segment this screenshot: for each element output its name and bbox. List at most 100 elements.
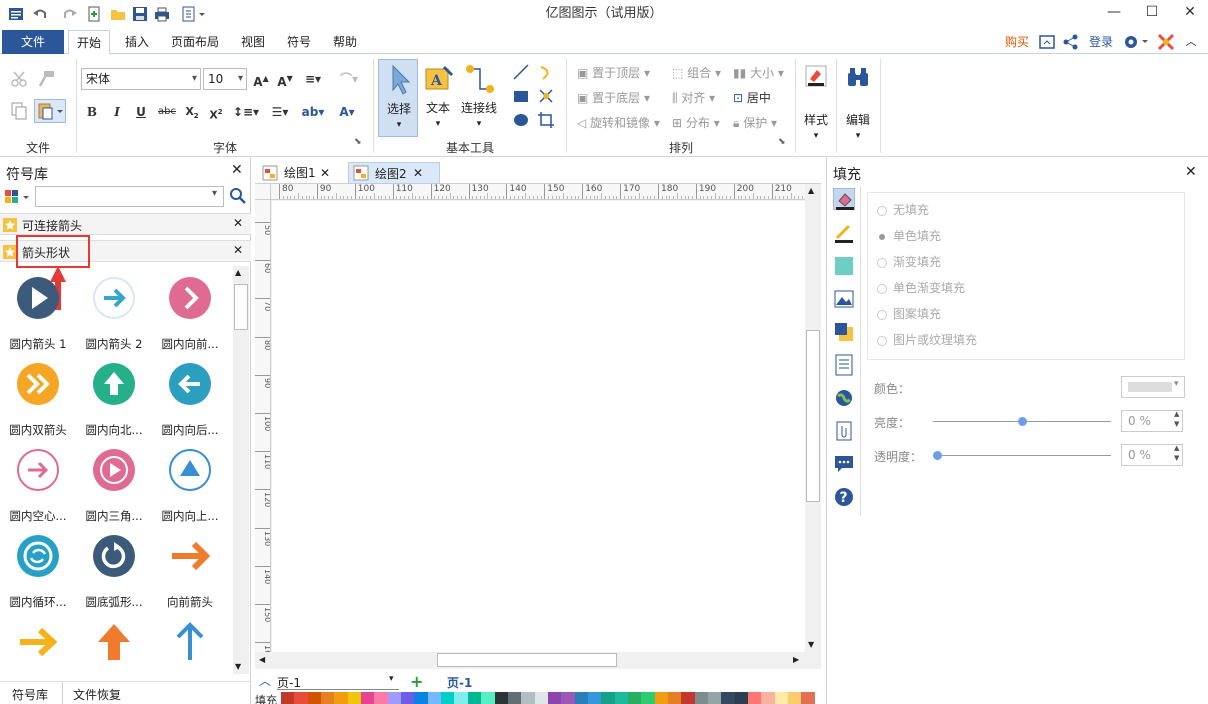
rectangle-tool-icon[interactable] bbox=[512, 87, 530, 105]
tab-library[interactable]: 符号库 bbox=[12, 686, 48, 703]
palette-swatch[interactable] bbox=[788, 692, 802, 704]
canvas-horizontal-scrollbar[interactable]: ◀ ▶ bbox=[255, 652, 805, 668]
tab-view[interactable]: 视图 bbox=[233, 30, 273, 54]
help-icon[interactable]: ? bbox=[833, 486, 855, 508]
palette-swatch[interactable] bbox=[521, 692, 535, 704]
palette-swatch[interactable] bbox=[321, 692, 335, 704]
point-tool-icon[interactable] bbox=[537, 87, 555, 105]
close-window-button[interactable]: ✕ bbox=[1172, 0, 1208, 24]
palette-swatch[interactable] bbox=[387, 692, 402, 704]
palette-swatch[interactable] bbox=[627, 692, 642, 704]
doc-tab-drawing1[interactable]: 绘图1 ✕ bbox=[258, 162, 342, 184]
expand-up-icon[interactable]: ︿ bbox=[259, 672, 271, 689]
palette-swatch[interactable] bbox=[334, 692, 348, 704]
connector-tool-button[interactable]: 连接线 ▾ bbox=[458, 59, 500, 137]
scroll-up-icon[interactable]: ▲ bbox=[808, 186, 814, 195]
palette-swatch[interactable] bbox=[307, 692, 322, 704]
close-category-icon[interactable]: ✕ bbox=[233, 243, 243, 257]
size-button[interactable]: ▮▮ 大小 ▾ bbox=[733, 64, 784, 81]
center-button[interactable]: ⊡ 居中 bbox=[733, 89, 771, 106]
palette-swatch[interactable] bbox=[574, 692, 588, 704]
shape-item[interactable]: 圆内箭头 2 bbox=[76, 272, 152, 358]
palette-swatch[interactable] bbox=[694, 692, 708, 704]
distribute-button[interactable]: ⊞ 分布 ▾ bbox=[672, 114, 720, 131]
send-to-back-button[interactable]: ▣ 置于底层 ▾ bbox=[577, 89, 650, 106]
transparency-slider[interactable] bbox=[932, 451, 1111, 460]
palette-swatch[interactable] bbox=[281, 692, 295, 704]
shape-item[interactable]: 圆内循环... bbox=[0, 530, 76, 616]
palette-swatch[interactable] bbox=[587, 692, 602, 704]
protect-button[interactable]: 🔒︎ 保护 ▾ bbox=[733, 114, 777, 131]
attachment-icon[interactable] bbox=[833, 420, 855, 442]
palette-swatch[interactable] bbox=[641, 692, 655, 704]
scroll-right-icon[interactable]: ▶ bbox=[793, 655, 799, 664]
palette-swatch[interactable] bbox=[761, 692, 775, 704]
collapse-ribbon-icon[interactable]: ︿ bbox=[1182, 33, 1200, 51]
shape-item[interactable] bbox=[152, 616, 228, 676]
tab-page-layout[interactable]: 页面布局 bbox=[163, 30, 227, 54]
close-tab-icon[interactable]: ✕ bbox=[413, 162, 423, 184]
font-name-select[interactable]: 宋体 bbox=[81, 68, 201, 90]
close-category-icon[interactable]: ✕ bbox=[233, 216, 243, 230]
fill-option-radio[interactable]: 图案填充 bbox=[877, 304, 941, 324]
scroll-thumb[interactable] bbox=[234, 284, 248, 330]
palette-swatch[interactable] bbox=[467, 692, 482, 704]
bullets-icon[interactable]: ☰▾ bbox=[266, 102, 294, 122]
drawing-page[interactable] bbox=[272, 201, 805, 652]
font-size-select[interactable]: 10 bbox=[203, 68, 247, 90]
tab-symbol[interactable]: 符号 bbox=[279, 30, 319, 54]
doc-tab-drawing2[interactable]: 绘图2 ✕ bbox=[348, 162, 440, 184]
shape-item[interactable]: 圆内空心... bbox=[0, 444, 76, 530]
italic-icon[interactable]: I bbox=[107, 102, 127, 122]
shape-item[interactable]: 圆内向后... bbox=[152, 358, 228, 444]
palette-swatch[interactable] bbox=[454, 692, 468, 704]
share-icon[interactable] bbox=[1062, 33, 1080, 51]
shape-item[interactable] bbox=[0, 616, 76, 676]
scroll-up-icon[interactable]: ▲ bbox=[235, 268, 241, 277]
undo-icon[interactable] bbox=[30, 4, 50, 24]
text-direction-icon[interactable]: ⌒▾ bbox=[334, 69, 364, 89]
format-painter-icon[interactable] bbox=[36, 69, 56, 89]
tab-insert[interactable]: 插入 bbox=[117, 30, 157, 54]
spinner-icon[interactable]: ▲ ▼ bbox=[1174, 409, 1179, 429]
tab-file-recovery[interactable]: 文件恢复 bbox=[73, 686, 121, 703]
shape-item[interactable]: 圆内箭头 1 bbox=[0, 272, 76, 358]
arc-tool-icon[interactable] bbox=[537, 63, 555, 81]
palette-swatch[interactable] bbox=[534, 692, 548, 704]
add-page-icon[interactable]: + bbox=[410, 672, 423, 691]
page-select[interactable]: 页-1 ▾ bbox=[277, 674, 399, 690]
redo-icon[interactable] bbox=[60, 4, 80, 24]
new-file-icon[interactable] bbox=[84, 4, 104, 24]
shape-item[interactable]: 圆内向前... bbox=[152, 272, 228, 358]
tab-file[interactable]: 文件 bbox=[2, 30, 64, 54]
align-text-icon[interactable]: ≡▾ bbox=[300, 69, 326, 89]
strikethrough-icon[interactable]: abc bbox=[156, 102, 178, 122]
palette-swatch[interactable] bbox=[734, 692, 749, 704]
palette-swatch[interactable] bbox=[667, 692, 682, 704]
print-icon[interactable] bbox=[152, 4, 172, 24]
palette-swatch[interactable] bbox=[294, 692, 308, 704]
shape-item[interactable]: 向前箭头 bbox=[152, 530, 228, 616]
scroll-down-icon[interactable]: ▼ bbox=[235, 662, 241, 671]
align-button[interactable]: ⫼ 对齐 ▾ bbox=[672, 89, 715, 106]
scroll-thumb[interactable] bbox=[437, 653, 617, 667]
comment-icon[interactable] bbox=[833, 453, 855, 475]
shape-item[interactable] bbox=[76, 616, 152, 676]
select-tool-button[interactable]: 选择 ▾ bbox=[378, 59, 418, 137]
line-tool-icon[interactable] bbox=[512, 63, 530, 81]
search-icon[interactable] bbox=[229, 187, 247, 205]
globe-icon[interactable] bbox=[833, 387, 855, 409]
buy-link[interactable]: 购买 bbox=[997, 30, 1037, 54]
fill-option-radio[interactable]: 渐变填充 bbox=[877, 252, 941, 272]
cut-icon[interactable] bbox=[10, 69, 30, 89]
spinner-icon[interactable]: ▲ ▼ bbox=[1174, 443, 1179, 463]
highlight-icon[interactable]: ab▾ bbox=[298, 102, 328, 122]
palette-swatch[interactable] bbox=[774, 692, 789, 704]
slider-handle[interactable] bbox=[1017, 417, 1027, 426]
palette-swatch[interactable] bbox=[374, 692, 388, 704]
palette-swatch[interactable] bbox=[801, 692, 815, 704]
palette-swatch[interactable] bbox=[494, 692, 508, 704]
superscript-icon[interactable]: X2 bbox=[206, 102, 226, 122]
page-tab[interactable]: 页-1 bbox=[447, 674, 472, 691]
bring-to-front-button[interactable]: ▣ 置于顶层 ▾ bbox=[577, 64, 650, 81]
